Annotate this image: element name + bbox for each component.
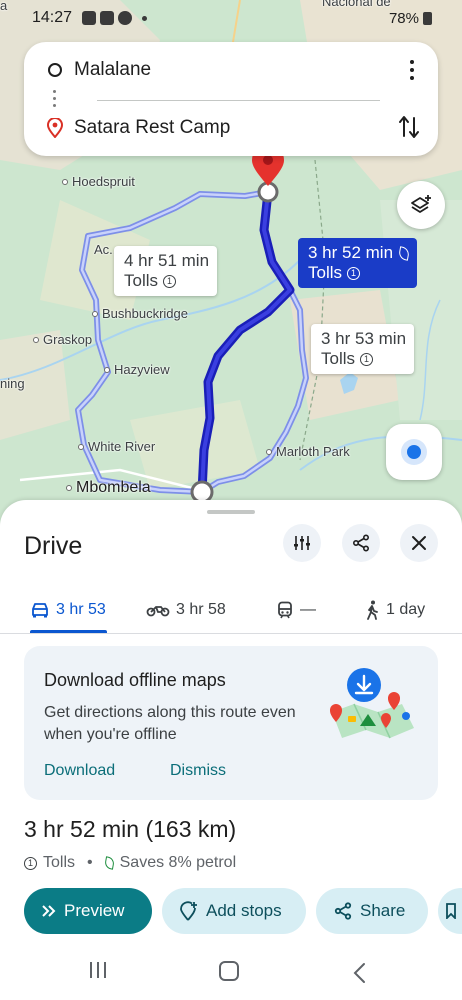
add-stops-button[interactable]: Add stops: [162, 888, 306, 934]
active-tab-indicator: [30, 630, 107, 633]
toll-icon: 1: [163, 274, 177, 288]
origin-text: Malalane: [74, 59, 152, 80]
tab-motorcycle[interactable]: 3 hr 58: [146, 586, 226, 634]
battery-percent: 78%: [388, 9, 419, 27]
route-time: 3 hr 53 min: [321, 329, 407, 348]
tolls-label: Tolls: [321, 349, 356, 368]
tab-drive-label: 3 hr 53: [56, 601, 106, 618]
layers-button[interactable]: [397, 181, 445, 229]
destination-field[interactable]: Satara Rest Camp: [24, 100, 438, 156]
swap-direction-icon[interactable]: [398, 114, 420, 140]
place-label-edge-left: ning: [0, 376, 25, 391]
place-bushbuckridge[interactable]: Bushbuckridge: [92, 306, 188, 321]
more-options-icon[interactable]: [410, 60, 416, 80]
promo-title: Download offline maps: [44, 670, 226, 690]
share-icon: [334, 902, 352, 920]
home-icon[interactable]: [219, 961, 239, 981]
back-icon[interactable]: [352, 962, 366, 984]
place-marloth-park[interactable]: Marloth Park: [266, 444, 350, 459]
route-subinfo: 1 Tolls • Saves 8% petrol: [24, 854, 236, 872]
add-location-icon: [180, 901, 197, 921]
car-icon: [32, 603, 48, 618]
route-time: 4 hr 51 min: [124, 251, 210, 270]
origin-field[interactable]: Malalane: [24, 42, 438, 98]
toll-icon: 1: [24, 856, 37, 870]
offline-map-illustration-icon: [330, 668, 414, 739]
place-hazyview[interactable]: Hazyview: [104, 362, 170, 377]
preview-button[interactable]: Preview: [24, 888, 152, 934]
tolls-label: Tolls: [124, 271, 159, 290]
tab-transit[interactable]: —: [276, 586, 316, 634]
destination-pin-icon: [47, 118, 63, 138]
toll-icon: 1: [360, 352, 374, 366]
promo-description: Get directions along this route even whe…: [44, 704, 296, 743]
preview-label: Preview: [64, 901, 125, 920]
destination-text: Satara Rest Camp: [74, 117, 231, 138]
place-hoedspruit[interactable]: Hoedspruit: [62, 174, 135, 189]
directions-search-card: Malalane Satara Rest Camp: [24, 42, 438, 156]
sheet-title: Drive: [24, 532, 83, 560]
close-button[interactable]: [400, 524, 438, 562]
share-route-button[interactable]: [342, 524, 380, 562]
tolls-label: Tolls: [308, 263, 343, 282]
route-summary: 3 hr 52 min (163 km): [24, 816, 237, 842]
motorcycle-icon: [146, 606, 170, 617]
share-label: Share: [360, 901, 406, 920]
more-notifications-icon: [142, 15, 148, 21]
route-label-main[interactable]: 3 hr 52 min Tolls 1: [298, 238, 418, 288]
tab-transit-label: —: [300, 601, 316, 618]
youtube-icon: [100, 11, 115, 25]
download-button[interactable]: Download: [44, 762, 115, 780]
share-icon: [352, 534, 370, 552]
origin-marker: [190, 480, 214, 504]
tab-motorcycle-label: 3 hr 58: [176, 601, 226, 618]
directions-sheet: Drive 3 hr 53 3 hr 58 — 1 day Download o…: [0, 500, 462, 1000]
gallery-icon: [82, 11, 97, 25]
transit-icon: [278, 601, 292, 619]
toll-icon: 1: [347, 266, 361, 280]
map-view[interactable]: 14:27 78% a Nacional de Hoedspruit Ac...…: [0, 0, 462, 530]
savings-text: Saves 8% petrol: [119, 854, 237, 871]
recent-apps-icon[interactable]: [90, 962, 106, 978]
tab-walk-label: 1 day: [386, 601, 426, 618]
add-stops-label: Add stops: [206, 901, 282, 920]
my-location-button[interactable]: [386, 424, 442, 480]
route-label-alt-west[interactable]: 4 hr 51 min Tolls 1: [114, 246, 218, 296]
place-mbombela[interactable]: Mbombela: [66, 479, 151, 497]
travel-mode-tabs: 3 hr 53 3 hr 58 — 1 day: [0, 586, 462, 634]
close-icon: [412, 536, 426, 550]
status-time: 14:27: [32, 9, 73, 26]
route-label-alt-east[interactable]: 3 hr 53 min Tolls 1: [311, 324, 415, 374]
route-options-button[interactable]: [283, 524, 321, 562]
tab-walk[interactable]: 1 day: [364, 586, 425, 634]
eco-leaf-icon: [397, 245, 411, 261]
notification-icons: [82, 11, 148, 25]
walk-icon: [367, 600, 378, 620]
double-chevron-icon: [42, 905, 56, 917]
more-actions-chip[interactable]: [438, 888, 462, 934]
dismiss-button[interactable]: Dismiss: [170, 762, 226, 780]
share-button[interactable]: Share: [316, 888, 428, 934]
place-graskop[interactable]: Graskop: [33, 332, 92, 347]
route-time: 3 hr 52 min: [308, 243, 394, 262]
tolls-text: Tolls: [43, 854, 76, 871]
place-white-river[interactable]: White River: [78, 439, 155, 454]
layers-icon: [411, 195, 431, 213]
status-bar: 14:27 78%: [0, 0, 462, 36]
battery-icon: [423, 11, 432, 25]
offline-maps-promo: Download offline maps Get directions alo…: [24, 646, 438, 800]
chat-icon: [118, 11, 133, 25]
bookmark-icon: [446, 903, 456, 919]
location-dot-icon: [407, 445, 421, 459]
origin-circle-icon: [48, 63, 62, 77]
system-nav-bar: [0, 950, 462, 1000]
drag-handle[interactable]: [207, 510, 255, 514]
eco-leaf-icon: [103, 856, 115, 870]
sliders-icon: [294, 536, 310, 550]
tab-drive[interactable]: 3 hr 53: [30, 586, 106, 634]
